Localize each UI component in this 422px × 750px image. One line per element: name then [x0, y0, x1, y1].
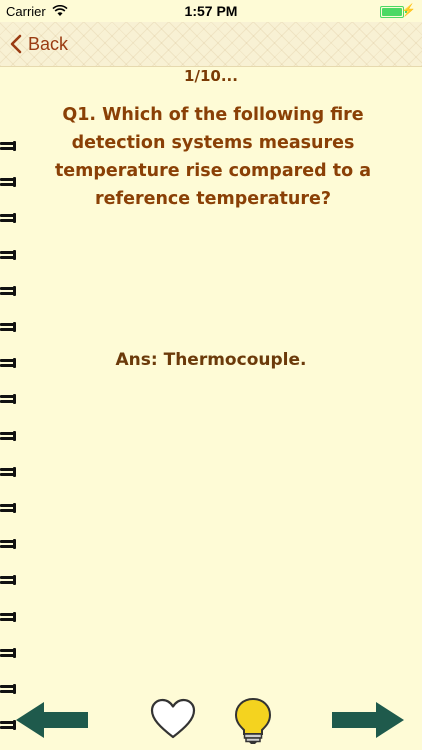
spiral-ring: [0, 285, 16, 297]
hint-button[interactable]: [232, 697, 274, 749]
arrow-left-icon: [16, 702, 88, 738]
question-counter: 1/10...: [184, 67, 238, 85]
spiral-ring: [0, 466, 16, 478]
spiral-ring: [0, 322, 16, 333]
status-time: 1:57 PM: [184, 3, 238, 19]
spiral-ring: [0, 141, 16, 152]
spiral-ring: [0, 430, 16, 442]
flashcard: 1/10... Q1. Which of the following fire …: [0, 67, 422, 731]
bottom-toolbar: [0, 690, 422, 750]
spiral-ring: [0, 394, 16, 405]
spiral-ring: [0, 539, 16, 550]
arrow-right-icon: [332, 702, 404, 738]
spiral-ring: [0, 647, 16, 659]
favorite-button[interactable]: [150, 698, 196, 744]
spiral-ring: [0, 249, 16, 261]
status-bar: Carrier 1:57 PM ⚡: [0, 0, 422, 22]
next-button[interactable]: [330, 700, 406, 744]
spiral-ring: [0, 575, 16, 586]
previous-button[interactable]: [14, 700, 90, 744]
spiral-ring: [0, 177, 16, 188]
heart-outline-icon: [150, 698, 196, 739]
question-text: Q1. Which of the following fire detectio…: [54, 105, 372, 209]
back-label: Back: [28, 33, 69, 54]
lightbulb-icon: [234, 697, 272, 744]
spiral-ring: [0, 213, 16, 224]
navigation-bar: Back: [0, 22, 422, 67]
spiral-ring: [0, 611, 16, 623]
answer-text: Ans: Thermocouple.: [115, 350, 307, 370]
spiral-binding: [0, 141, 20, 742]
spiral-ring: [0, 503, 16, 514]
charging-bolt-icon: ⚡: [401, 3, 416, 17]
back-button[interactable]: Back: [10, 30, 68, 58]
chevron-left-icon: [10, 34, 22, 54]
